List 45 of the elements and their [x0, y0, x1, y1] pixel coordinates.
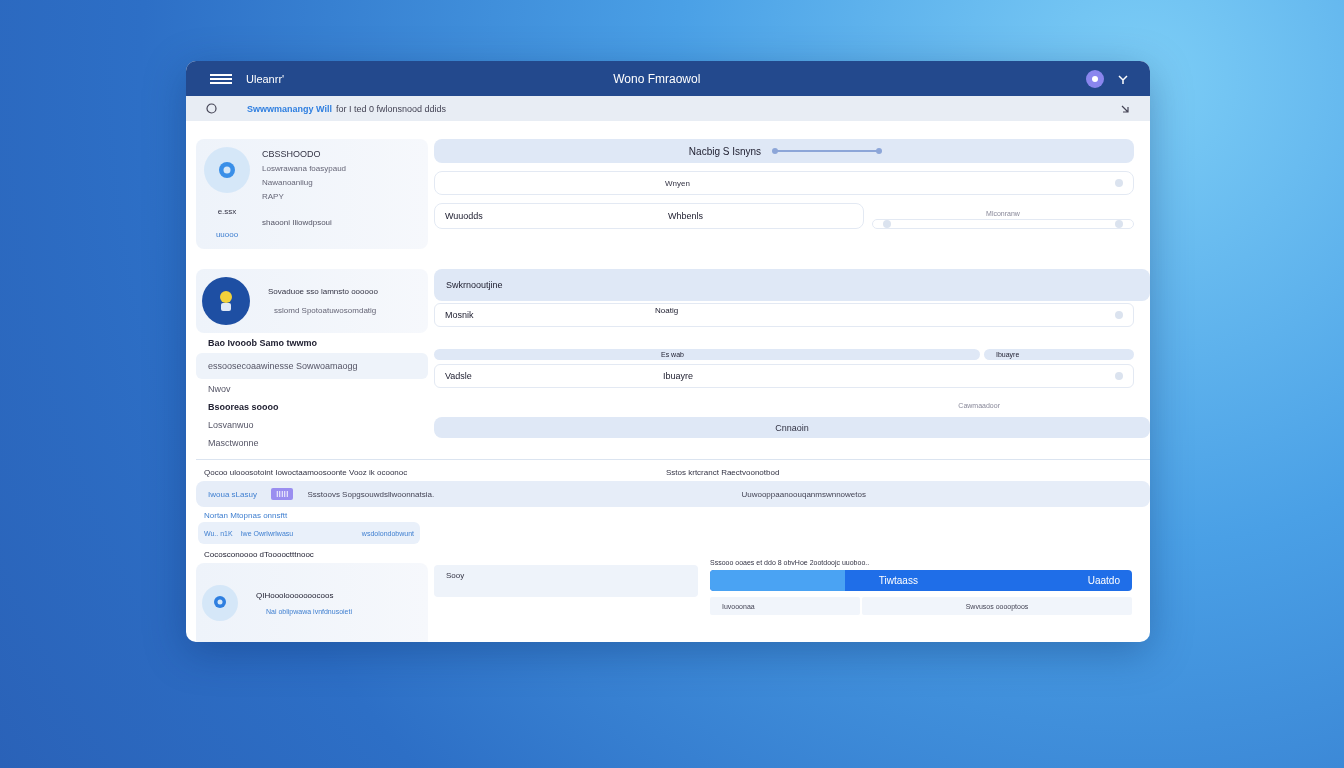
breadcrumb-link[interactable]: Swwwmanangy Will	[247, 103, 332, 114]
breadcrumb-text: for I ted 0 fwlonsnood ddids	[335, 103, 446, 114]
account-header: Swkrnooutjine	[434, 269, 1150, 301]
table-row[interactable]: Vadsle Ibuayre	[434, 364, 1134, 388]
menu-item[interactable]: essoosecoaawinesse Sowwoamaogg	[196, 353, 428, 379]
side-label: uuooo	[215, 230, 239, 239]
profile-name: CBSSHOODO	[262, 149, 322, 159]
chevron-icon[interactable]	[1118, 73, 1128, 84]
summary-heading: Sstos krtcranct Raectvoonotbod	[666, 468, 781, 477]
summary-row[interactable]: Iwoua sLasuy IIIII Ssstoovs Sopgsouwdsllwoonnatsia. Uuwooppaanoouqanmswnnowetos	[196, 481, 1150, 507]
avatar-icon[interactable]	[1086, 69, 1104, 88]
notice-title: Nortan Mtopnas onnsftt	[204, 511, 289, 520]
contact-field[interactable]: Sooy	[434, 565, 698, 597]
settings-row-field[interactable]: Wnyen	[434, 171, 1134, 195]
menu-item[interactable]: Bsooreas soooo	[196, 399, 428, 415]
menu-icon[interactable]	[210, 73, 232, 84]
progress-label[interactable]: Tiwtaass	[878, 575, 918, 586]
progress-end-label[interactable]: Uaatdo	[1087, 575, 1120, 586]
profile-note: shaooni Iliowdpsoui	[262, 218, 333, 227]
account-line: sslomd Spotoatuwosomdatig	[273, 306, 378, 315]
arrow-icon[interactable]	[1120, 103, 1130, 114]
input-field[interactable]	[872, 219, 1134, 229]
side-label: e.ssx	[217, 207, 237, 216]
profile-icon	[204, 147, 250, 193]
summary-heading: Qocoo ulooosotoint Iowoctaamoosoonte Vooz ik ocoonoc	[203, 468, 409, 477]
menu-item[interactable]: Losvanwuo	[196, 417, 428, 433]
status-tag: IIIII	[270, 488, 294, 500]
app-label: Uleanrr'	[246, 72, 285, 85]
robot-icon	[202, 277, 250, 325]
profile-line: Loswrawana foasypaud	[262, 164, 347, 173]
contact-name: QIHooolooooooocoos	[256, 590, 335, 600]
profile-line: RAPY	[262, 192, 285, 201]
menu-item[interactable]: Nwov	[196, 381, 428, 397]
table-footer: Cnnaoin	[434, 417, 1150, 438]
settings-field[interactable]: Wuuodds Whbenls	[434, 203, 864, 229]
profile-line: Nawanoaniiug	[262, 178, 314, 187]
footer-heading: Cocosconoooo dTooooctttnooc	[204, 550, 315, 559]
account-subtitle: Sovaduoe sso lamnsto oooooo	[268, 287, 378, 296]
settings-title: Nacbig S Isnyns	[688, 145, 762, 157]
location-icon	[202, 584, 238, 621]
circle-icon[interactable]	[206, 103, 217, 114]
window-title: Wono Fmraowol	[613, 71, 702, 86]
menu-item[interactable]: Bao Ivooob Samo twwmo	[196, 335, 428, 351]
menu-item[interactable]: Masctwonne	[196, 435, 428, 451]
account-field[interactable]: Mosnik Noatig	[434, 303, 1134, 327]
